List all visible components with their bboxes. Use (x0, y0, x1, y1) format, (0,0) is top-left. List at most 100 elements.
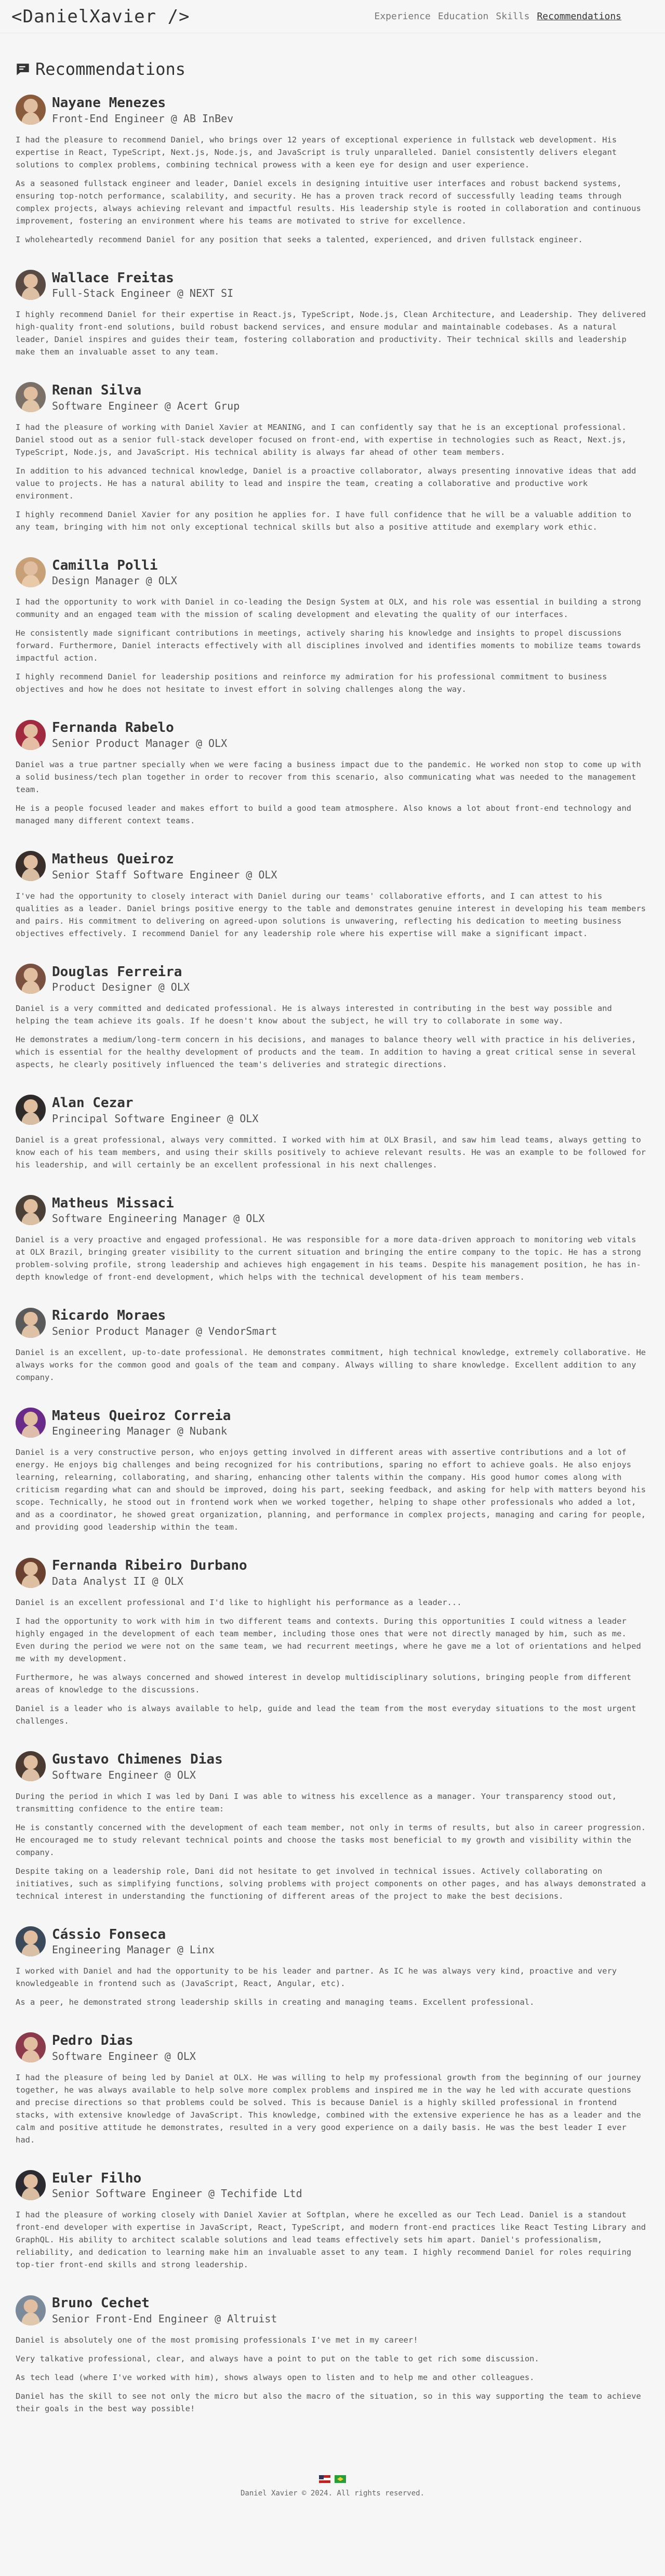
recommender-name: Bruno Cechet (52, 2295, 150, 2311)
nav-link-skills[interactable]: Skills (496, 11, 529, 22)
recommendation-card: Cássio Fonseca Engineering Manager @ Linx… (16, 1926, 649, 2009)
recommender-name: Alan Cezar (52, 1095, 134, 1111)
recommendation-header: Gustavo Chimenes Dias Software Engineer @… (16, 1751, 649, 1782)
site-logo[interactable]: <DanielXavier /> (11, 6, 190, 27)
recommendation-text: He is constantly concerned with the deve… (16, 1822, 646, 1857)
avatar (16, 1194, 46, 1225)
recommendation-header: Euler Filho Senior Software Engineer @ Te… (16, 2170, 649, 2201)
recommendation-text: In addition to his advanced technical kn… (16, 466, 636, 501)
avatar (16, 2295, 46, 2325)
recommendation-header: Renan Silva Software Engineer @ Acert Gru… (16, 382, 649, 413)
recommendation-text: As tech lead (where I've worked with him… (16, 2372, 535, 2382)
recommender-role: Design Manager @ OLX (52, 574, 177, 587)
recommender-info: Renan Silva Software Engineer @ Acert Gru… (52, 382, 240, 413)
recommendation-card: Nayane Menezes Front-End Engineer @ AB In… (16, 95, 649, 246)
recommendation-header: Alan Cezar Principal Software Engineer @ … (16, 1095, 649, 1125)
recommendation-card: Douglas Ferreira Product Designer @ OLX Da… (16, 963, 649, 1071)
recommender-info: Ricardo Moraes Senior Product Manager @ V… (52, 1307, 277, 1338)
avatar (16, 2032, 46, 2063)
recommender-info: Matheus Queiroz Senior Staff Software Eng… (52, 851, 277, 882)
recommendation-card: Wallace Freitas Full-Stack Engineer @ NEX… (16, 269, 649, 359)
main-nav: Experience Education Skills Recommendati… (374, 11, 621, 22)
recommendation-text: Daniel has the skill to see not only the… (16, 2391, 641, 2413)
avatar (16, 1751, 46, 1782)
recommendation-text: I highly recommend Daniel for their expe… (16, 310, 646, 357)
recommender-name: Camilla Polli (52, 557, 158, 573)
recommendation-card: Bruno Cechet Senior Front-End Engineer @ … (16, 2295, 649, 2415)
page-heading: Recommendations (16, 59, 649, 79)
recommendation-text: I had the pleasure to recommend Daniel, … (16, 135, 617, 169)
comment-icon (17, 63, 29, 75)
recommender-role: Senior Software Engineer @ Techifide Ltd (52, 2187, 302, 2200)
recommender-info: Matheus Missaci Software Engineering Mana… (52, 1195, 264, 1226)
recommendation-text: I had the pleasure of being led by Danie… (16, 2072, 641, 2145)
recommender-name: Mateus Queiroz Correia (52, 1408, 231, 1424)
recommender-info: Douglas Ferreira Product Designer @ OLX (52, 964, 190, 994)
recommendations-list: Nayane Menezes Front-End Engineer @ AB In… (16, 95, 649, 2415)
recommendation-text: Daniel is an excellent, up-to-date profe… (16, 1347, 646, 1382)
recommendation-text: He consistently made significant contrib… (16, 628, 641, 663)
recommender-name: Euler Filho (52, 2170, 142, 2186)
avatar (16, 269, 46, 300)
recommender-role: Principal Software Engineer @ OLX (52, 1112, 259, 1125)
recommendation-card: Ricardo Moraes Senior Product Manager @ V… (16, 1307, 649, 1384)
recommendation-text: He is a people focused leader and makes … (16, 803, 632, 825)
recommendation-text: During the period in which I was led by … (16, 1791, 617, 1813)
recommendation-text: I worked with Daniel and had the opportu… (16, 1966, 617, 1989)
recommendation-card: Gustavo Chimenes Dias Software Engineer @… (16, 1751, 649, 1902)
recommender-name: Ricardo Moraes (52, 1308, 166, 1324)
recommendation-text: Daniel is a very committed and dedicated… (16, 1004, 612, 1026)
recommendation-card: Renan Silva Software Engineer @ Acert Gru… (16, 382, 649, 533)
recommendation-text: Daniel is a leader who is always availab… (16, 1704, 636, 1726)
recommender-info: Wallace Freitas Full-Stack Engineer @ NEX… (52, 270, 233, 300)
recommendation-text: Very talkative professional, clear, and … (16, 2354, 539, 2363)
recommendation-card: Fernanda Ribeiro Durbano Data Analyst II … (16, 1557, 649, 1727)
recommender-info: Alan Cezar Principal Software Engineer @ … (52, 1095, 258, 1125)
recommender-info: Cássio Fonseca Engineering Manager @ Linx (52, 1926, 215, 1957)
nav-link-recommendations[interactable]: Recommendations (537, 11, 621, 22)
recommendation-header: Douglas Ferreira Product Designer @ OLX (16, 963, 649, 994)
language-switcher (0, 2475, 665, 2483)
recommendation-header: Matheus Missaci Software Engineering Mana… (16, 1194, 649, 1226)
recommendation-header: Wallace Freitas Full-Stack Engineer @ NEX… (16, 269, 649, 300)
recommender-role: Senior Staff Software Engineer @ OLX (52, 868, 277, 881)
recommendation-card: Camilla Polli Design Manager @ OLX I had t… (16, 557, 649, 696)
br-flag-icon[interactable] (335, 2475, 346, 2483)
recommender-info: Nayane Menezes Front-End Engineer @ AB In… (52, 95, 233, 125)
recommendation-text: I highly recommend Daniel for leadership… (16, 672, 607, 694)
recommender-role: Software Engineer @ OLX (52, 1768, 196, 1781)
avatar (16, 2170, 46, 2201)
recommender-role: Senior Front-End Engineer @ Altruist (52, 2312, 277, 2325)
recommender-name: Matheus Missaci (52, 1195, 174, 1211)
recommendation-card: Mateus Queiroz Correia Engineering Manage… (16, 1408, 649, 1534)
recommendation-header: Camilla Polli Design Manager @ OLX (16, 557, 649, 588)
recommender-role: Software Engineer @ OLX (52, 2049, 196, 2062)
recommender-info: Fernanda Ribeiro Durbano Data Analyst II … (52, 1557, 247, 1588)
recommender-info: Fernanda Rabelo Senior Product Manager @ … (52, 719, 227, 750)
recommender-role: Engineering Manager @ Linx (52, 1943, 215, 1956)
us-flag-icon[interactable] (319, 2475, 330, 2483)
recommender-role: Software Engineering Manager @ OLX (52, 1212, 265, 1225)
recommendation-header: Ricardo Moraes Senior Product Manager @ V… (16, 1307, 649, 1338)
recommendation-card: Fernanda Rabelo Senior Product Manager @ … (16, 719, 649, 827)
recommendation-header: Nayane Menezes Front-End Engineer @ AB In… (16, 95, 649, 125)
avatar (16, 719, 46, 750)
avatar (16, 1095, 46, 1125)
recommendation-text: I had the opportunity to work with Danie… (16, 597, 641, 620)
recommender-info: Camilla Polli Design Manager @ OLX (52, 557, 177, 588)
avatar (16, 1926, 46, 1956)
avatar (16, 963, 46, 994)
recommendation-text: He demonstrates a medium/long-term conce… (16, 1035, 636, 1070)
avatar (16, 382, 46, 413)
recommendation-text: Daniel is a very constructive person, wh… (16, 1448, 646, 1532)
recommender-name: Cássio Fonseca (52, 1926, 166, 1942)
main-content: Recommendations Nayane Menezes Front-End … (16, 33, 649, 2415)
recommendation-header: Mateus Queiroz Correia Engineering Manage… (16, 1408, 649, 1438)
nav-link-experience[interactable]: Experience (374, 11, 430, 22)
recommendation-text: Daniel is an excellent professional and … (16, 1597, 462, 1607)
nav-link-education[interactable]: Education (438, 11, 489, 22)
top-bar: <DanielXavier /> Experience Education Sk… (0, 0, 665, 33)
avatar (16, 1557, 46, 1588)
copyright-text: Daniel Xavier © 2024. All rights reserve… (240, 2489, 424, 2498)
recommendation-text: I had the pleasure of working with Danie… (16, 422, 627, 457)
